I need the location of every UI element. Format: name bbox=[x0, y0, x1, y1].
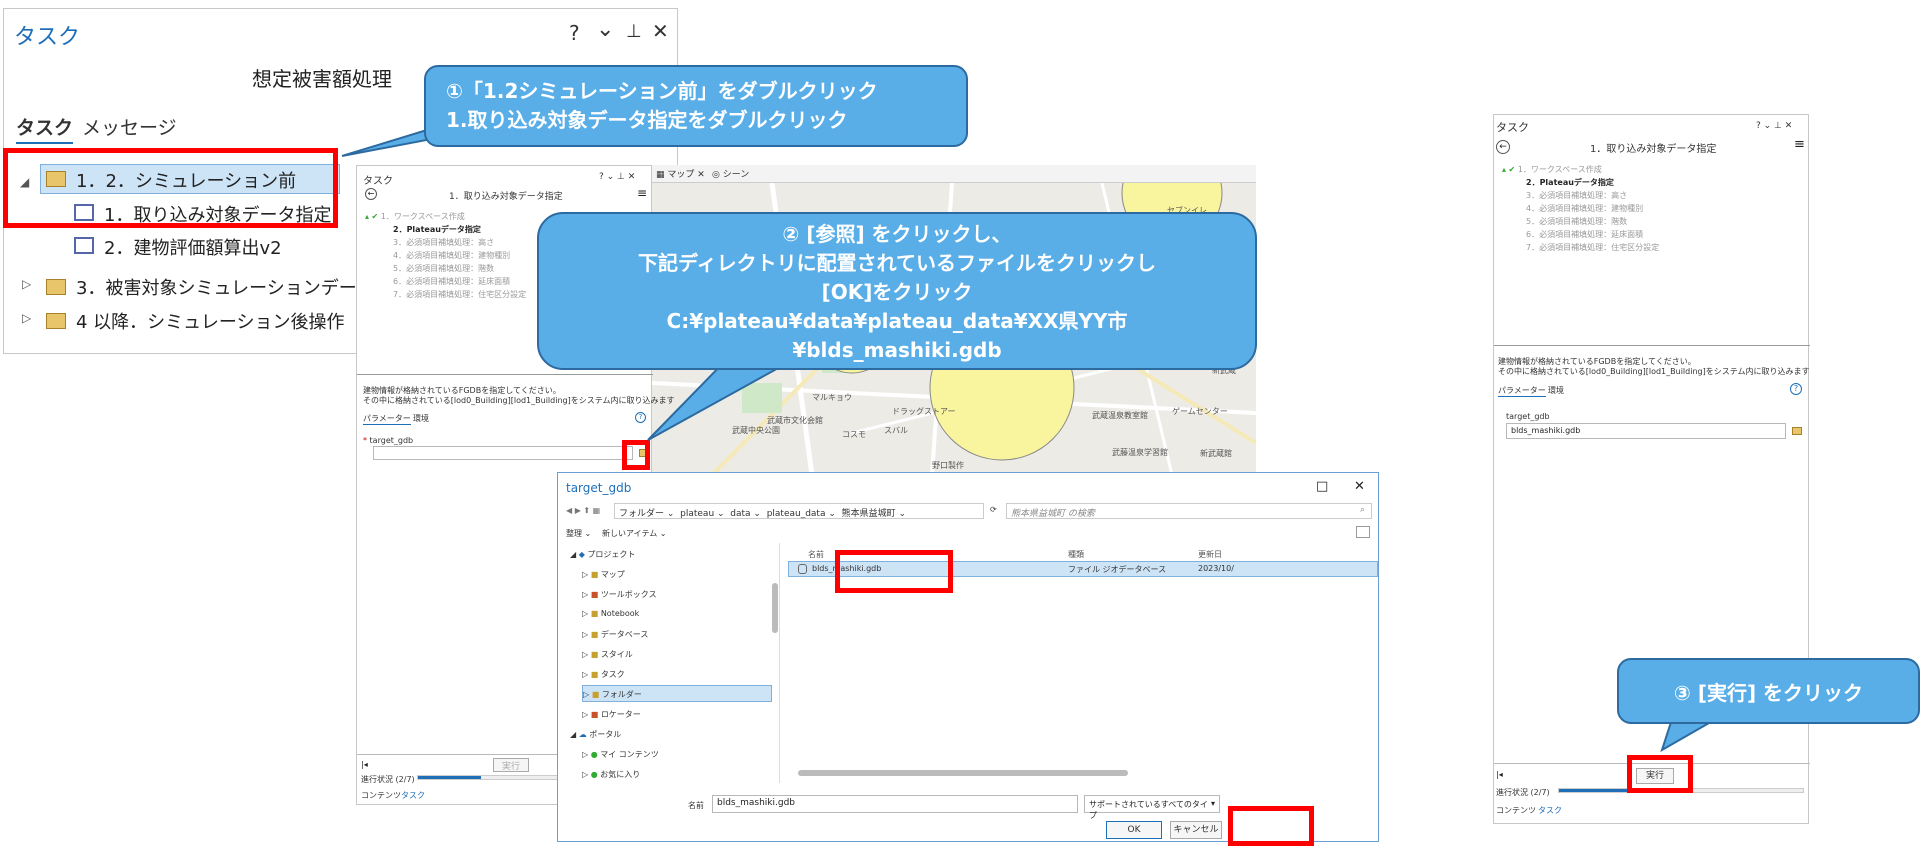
callout-step-1: ①「1.2シミュレーション前」をダブルクリック 1.取り込み対象データ指定をダブ… bbox=[424, 65, 968, 147]
callout-line: 1.取り込み対象データ指定をダブルクリック bbox=[446, 108, 848, 132]
callout-line: 下記ディレクトリに配置されているファイルをクリックし bbox=[638, 251, 1156, 275]
callout-line: C:¥plateau¥data¥plateau_data¥XX県YY市 bbox=[666, 309, 1128, 333]
callout-line: [OK]をクリック bbox=[821, 280, 973, 304]
callout-step-3: ③ [実行] をクリック bbox=[1617, 658, 1920, 724]
callout-line: ①「1.2シミュレーション前」をダブルクリック bbox=[446, 79, 878, 103]
callout-step-2: ② [参照] をクリックし、 下記ディレクトリに配置されているファイルをクリック… bbox=[537, 212, 1257, 370]
callout-line: ③ [実行] をクリック bbox=[1673, 681, 1864, 705]
callout-line: ¥blds_mashiki.gdb bbox=[792, 338, 1002, 362]
callout-line: ② [参照] をクリックし、 bbox=[782, 222, 1012, 246]
